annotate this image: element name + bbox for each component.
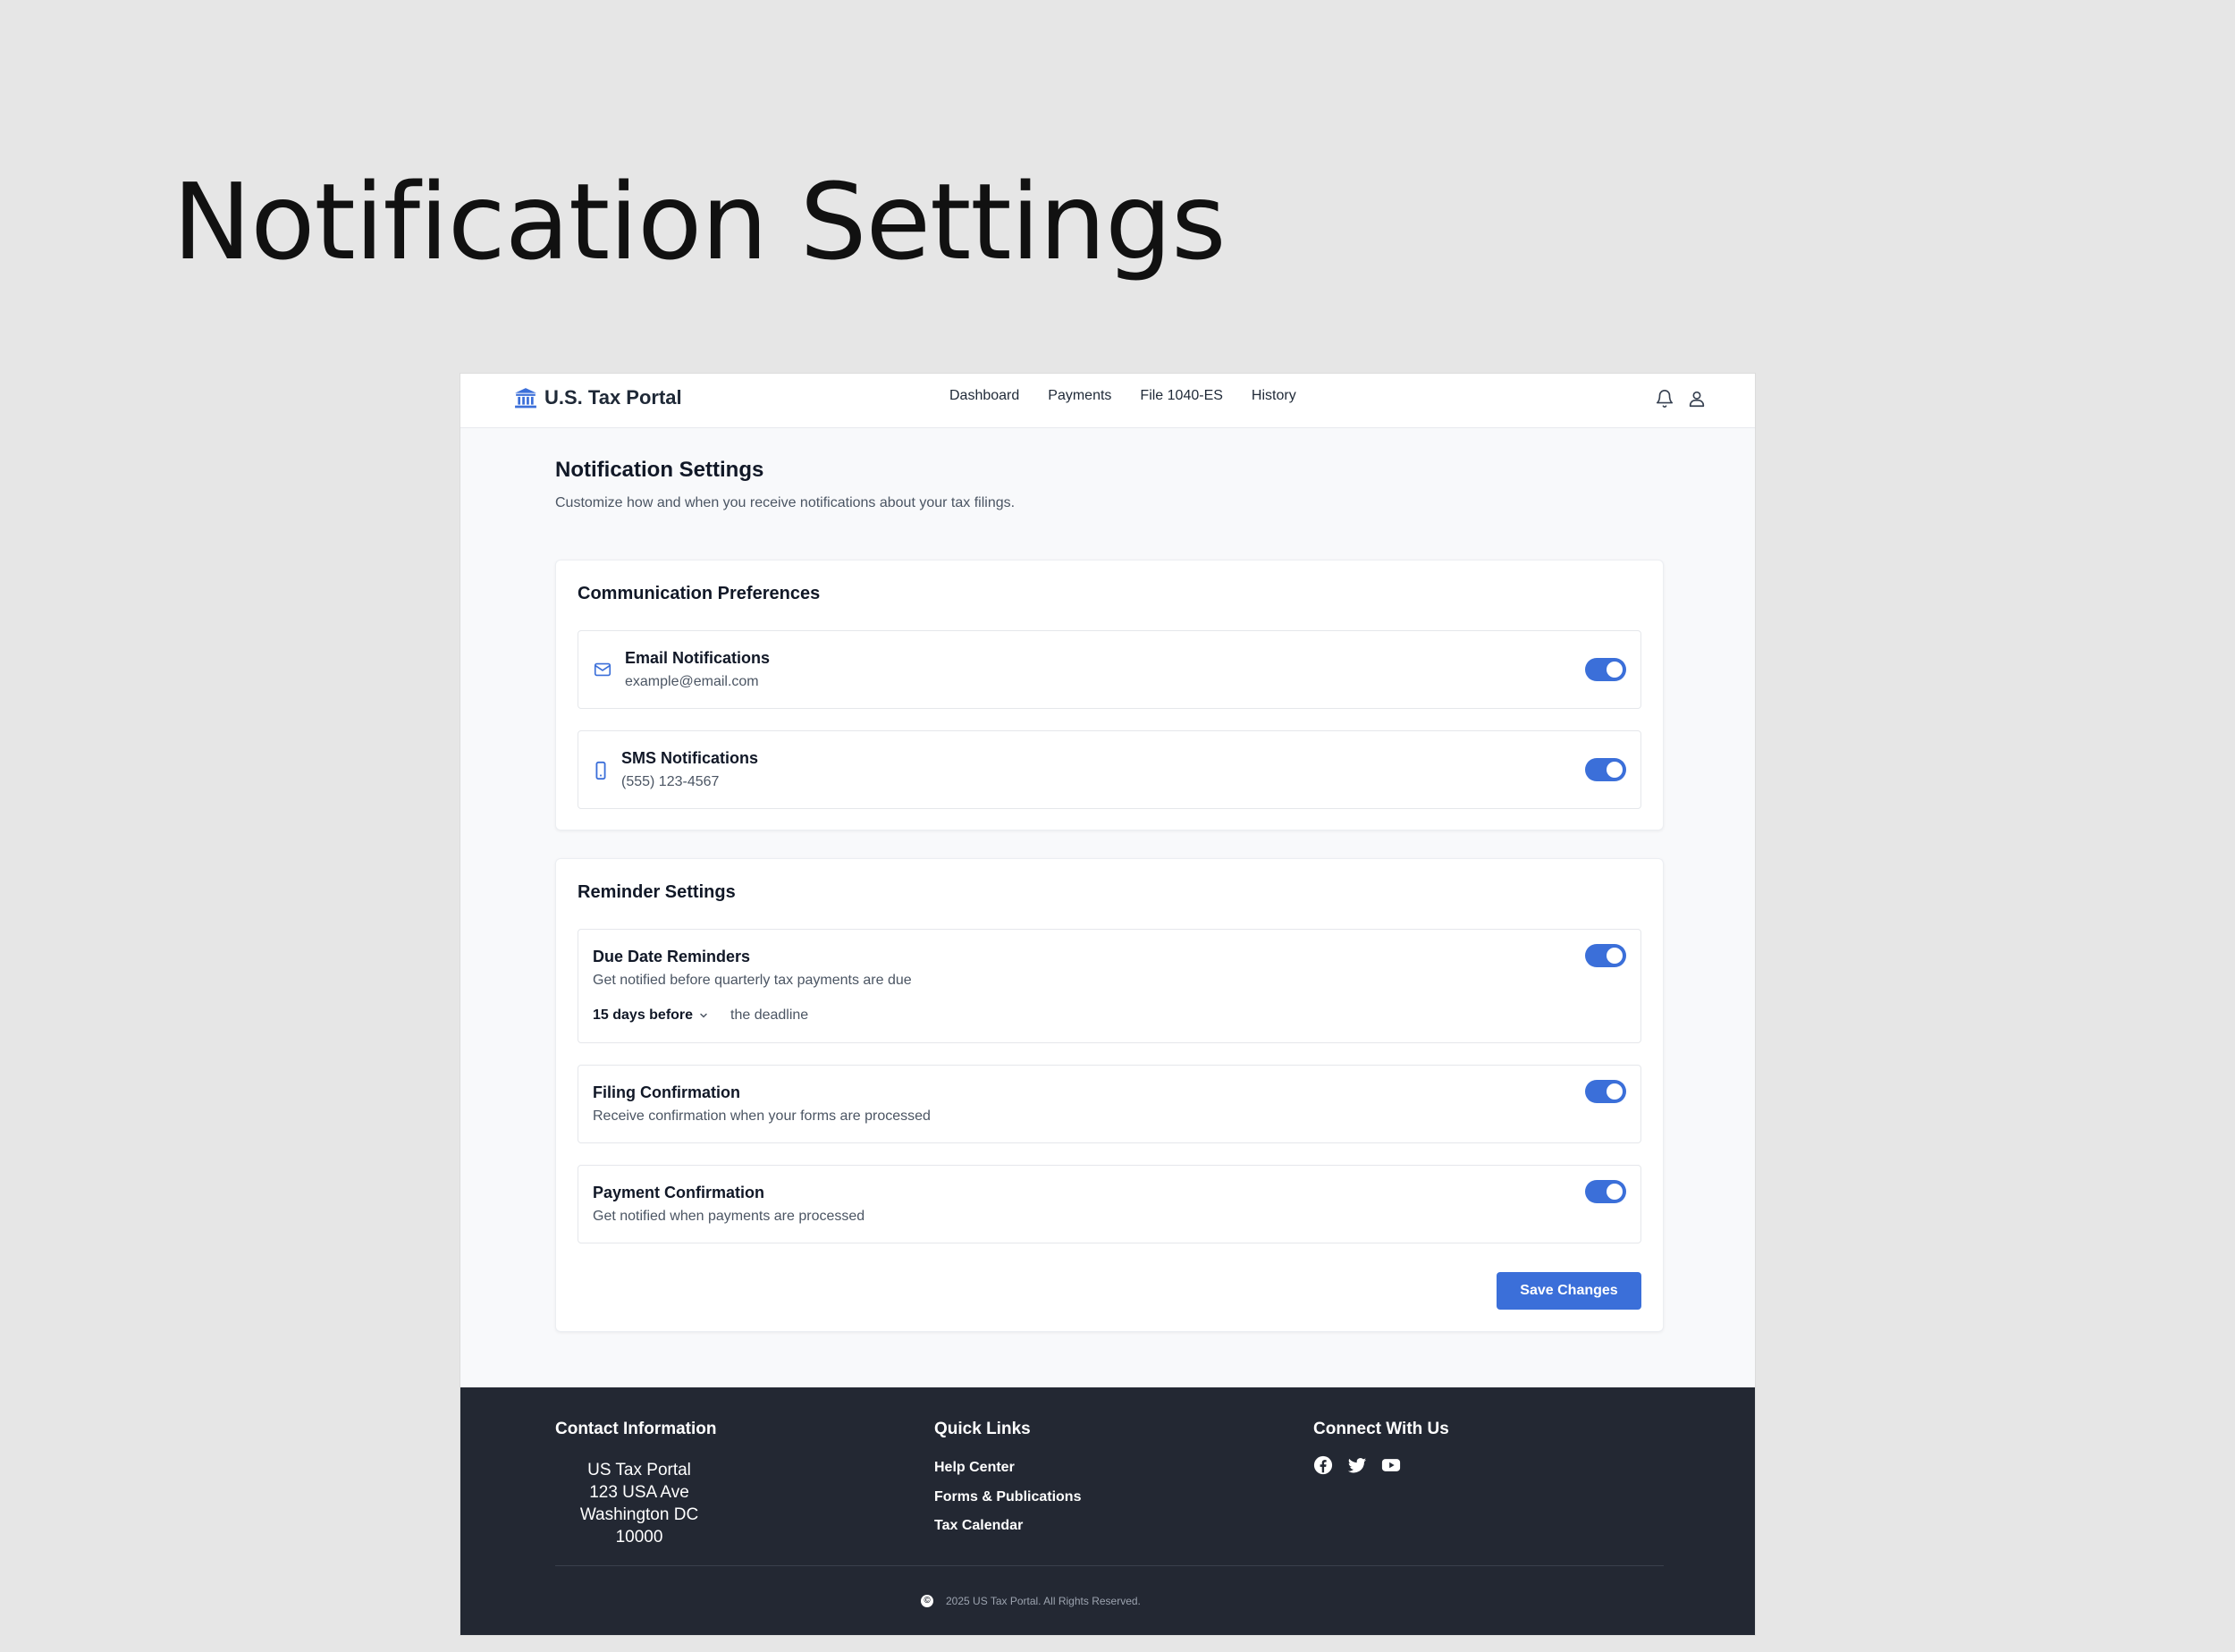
toggle-knob [1607,1083,1623,1100]
contact-line: Washington DC 10000 [579,1505,699,1547]
top-nav: U.S. Tax Portal Dashboard Payments File … [460,374,1755,428]
link-help-center[interactable]: Help Center [934,1460,1015,1476]
due-date-reminders-row: Due Date Reminders Get notified before q… [578,929,1641,1043]
user-icon[interactable] [1687,389,1707,409]
nav-history[interactable]: History [1252,388,1296,404]
main-nav: Dashboard Payments File 1040-ES History [949,388,1296,404]
copyright-text: 2025 US Tax Portal. All Rights Reserved. [946,1595,1141,1607]
select-suffix: the deadline [730,1007,809,1023]
contact-address: US Tax Portal 123 USA Ave Washington DC … [555,1459,723,1548]
nav-payments[interactable]: Payments [1048,388,1111,404]
phone-icon [595,761,606,780]
sms-title: SMS Notifications [621,749,759,767]
contact-heading: Contact Information [555,1420,717,1438]
reminder-settings-card: Reminder Settings Due Date Reminders Get… [555,858,1664,1332]
filing-confirmation-row: Filing Confirmation Receive confirmation… [578,1065,1641,1143]
chevron-down-icon [700,1013,707,1018]
payment-toggle[interactable] [1585,1180,1626,1203]
mail-icon [594,662,611,677]
nav-dashboard[interactable]: Dashboard [949,388,1019,404]
reminder-days-select[interactable]: 15 days before [593,1007,709,1024]
toggle-knob [1607,662,1623,678]
app-window: U.S. Tax Portal Dashboard Payments File … [460,374,1755,1635]
email-address: example@email.com [625,674,759,689]
connect-heading: Connect With Us [1313,1420,1449,1438]
brand[interactable]: U.S. Tax Portal [514,386,682,409]
payment-title: Payment Confirmation [593,1184,765,1201]
bank-icon [515,388,536,409]
link-tax-calendar[interactable]: Tax Calendar [934,1518,1023,1534]
slide-title: Notification Settings [173,160,1227,283]
card-heading: Reminder Settings [578,882,736,902]
contact-line: 123 USA Ave [589,1483,689,1502]
nav-file-1040-es[interactable]: File 1040-ES [1140,388,1223,404]
payment-confirmation-row: Payment Confirmation Get notified when p… [578,1165,1641,1243]
social-links [1313,1455,1401,1475]
email-toggle[interactable] [1585,658,1626,681]
main-content: Notification Settings Customize how and … [555,427,1664,1332]
copyright-icon: © [921,1595,933,1607]
facebook-icon[interactable] [1313,1455,1333,1475]
due-date-toggle[interactable] [1585,944,1626,967]
youtube-icon[interactable] [1381,1455,1401,1475]
filing-toggle[interactable] [1585,1080,1626,1103]
footer: Contact Information US Tax Portal 123 US… [460,1387,1755,1635]
payment-description: Get notified when payments are processed [593,1209,865,1224]
bell-icon[interactable] [1655,389,1674,409]
sms-notifications-row: SMS Notifications (555) 123-4567 [578,730,1641,809]
twitter-icon[interactable] [1347,1455,1367,1475]
email-title: Email Notifications [625,649,771,667]
footer-divider [555,1565,1664,1566]
filing-title: Filing Confirmation [593,1083,740,1101]
sms-toggle[interactable] [1585,758,1626,781]
toggle-knob [1607,1184,1623,1200]
due-date-description: Get notified before quarterly tax paymen… [593,973,912,988]
page-subtitle: Customize how and when you receive notif… [555,495,1016,510]
save-changes-button[interactable]: Save Changes [1497,1272,1641,1310]
contact-line: US Tax Portal [587,1461,691,1479]
sms-phone: (555) 123-4567 [621,774,720,789]
copyright: © 2025 US Tax Portal. All Rights Reserve… [921,1595,1141,1607]
quick-links-heading: Quick Links [934,1420,1031,1438]
page-title: Notification Settings [555,458,764,482]
nav-icons [1655,389,1707,409]
filing-description: Receive confirmation when your forms are… [593,1108,931,1124]
link-forms-publications[interactable]: Forms & Publications [934,1489,1081,1505]
brand-name: U.S. Tax Portal [544,386,682,409]
due-date-title: Due Date Reminders [593,948,751,965]
toggle-knob [1607,948,1623,964]
toggle-knob [1607,762,1623,778]
communication-preferences-card: Communication Preferences Email Notifica… [555,560,1664,830]
email-notifications-row: Email Notifications example@email.com [578,630,1641,709]
select-value: 15 days before [593,1007,694,1023]
card-heading: Communication Preferences [578,584,821,603]
